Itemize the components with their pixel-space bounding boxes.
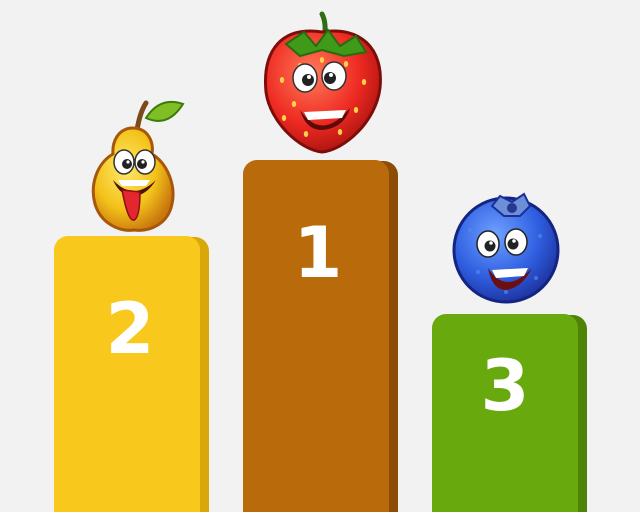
podium-third-rank: 3 — [481, 345, 530, 427]
podium-first: 1 — [243, 160, 398, 512]
podium-second: 2 — [54, 236, 209, 512]
podium-second-front — [54, 236, 200, 512]
pear-character-icon — [91, 100, 185, 232]
podium-third: 3 — [432, 314, 587, 512]
blueberry-character-icon — [452, 192, 560, 304]
podium-scene: 2 1 3 — [54, 11, 587, 512]
podium-second-rank: 2 — [106, 288, 155, 370]
podium-first-rank: 1 — [294, 212, 343, 294]
strawberry-character-icon — [264, 11, 382, 154]
